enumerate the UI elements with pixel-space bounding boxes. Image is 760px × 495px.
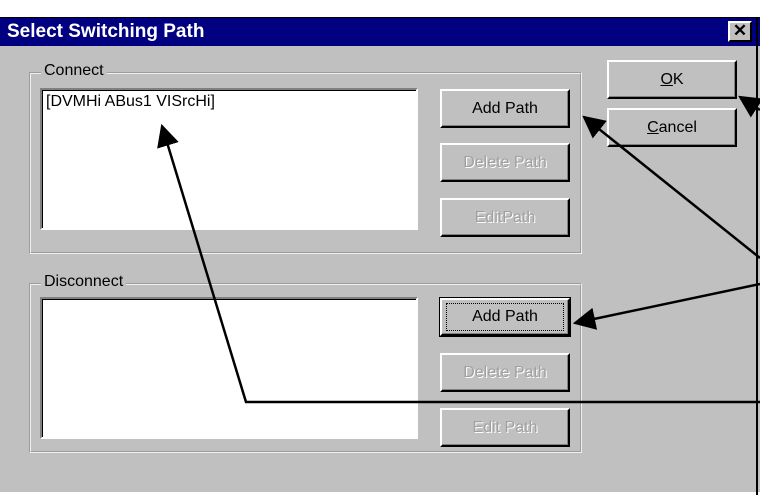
cancel-label-rest: ancel	[658, 118, 697, 136]
close-icon: ✕	[732, 21, 748, 40]
ok-mnemonic: O	[660, 70, 673, 88]
connect-edit-path-button[interactable]: EditPath	[440, 198, 570, 237]
connect-delete-path-button[interactable]: Delete Path	[440, 143, 570, 182]
connect-delete-path-label: Delete Path	[463, 153, 547, 171]
disconnect-group-label: Disconnect	[41, 273, 127, 291]
close-button[interactable]: ✕	[728, 21, 752, 42]
connect-path-list[interactable]: [DVMHi ABus1 VISrcHi]	[40, 88, 418, 230]
disconnect-add-path-button[interactable]: Add Path	[439, 297, 571, 337]
cancel-button[interactable]: Cancel	[607, 108, 737, 147]
title-bar[interactable]: Select Switching Path ✕	[0, 18, 760, 46]
connect-add-path-label: Add Path	[472, 99, 538, 117]
cancel-mnemonic: C	[647, 118, 659, 136]
focus-ring	[446, 303, 564, 331]
cancel-label: Cancel	[647, 119, 697, 137]
window-top-frame	[0, 3, 760, 18]
disconnect-edit-path-label: Edit Path	[472, 418, 538, 436]
connect-add-path-button[interactable]: Add Path	[440, 89, 570, 128]
connect-edit-path-label: EditPath	[474, 208, 536, 226]
disconnect-path-list[interactable]	[40, 297, 418, 439]
disconnect-delete-path-label: Delete Path	[463, 363, 547, 381]
list-item[interactable]: [DVMHi ABus1 VISrcHi]	[46, 93, 215, 111]
ok-label-rest: K	[672, 70, 684, 88]
dialog-right-border	[756, 18, 758, 495]
select-switching-path-dialog: Select Switching Path ✕ Connect [DVMHi A…	[0, 0, 760, 495]
connect-group-label: Connect	[41, 62, 107, 80]
disconnect-edit-path-button[interactable]: Edit Path	[440, 408, 570, 447]
disconnect-delete-path-button[interactable]: Delete Path	[440, 353, 570, 392]
ok-label: OK	[660, 71, 683, 89]
window-title: Select Switching Path	[7, 21, 205, 42]
ok-button[interactable]: OK	[607, 60, 737, 99]
